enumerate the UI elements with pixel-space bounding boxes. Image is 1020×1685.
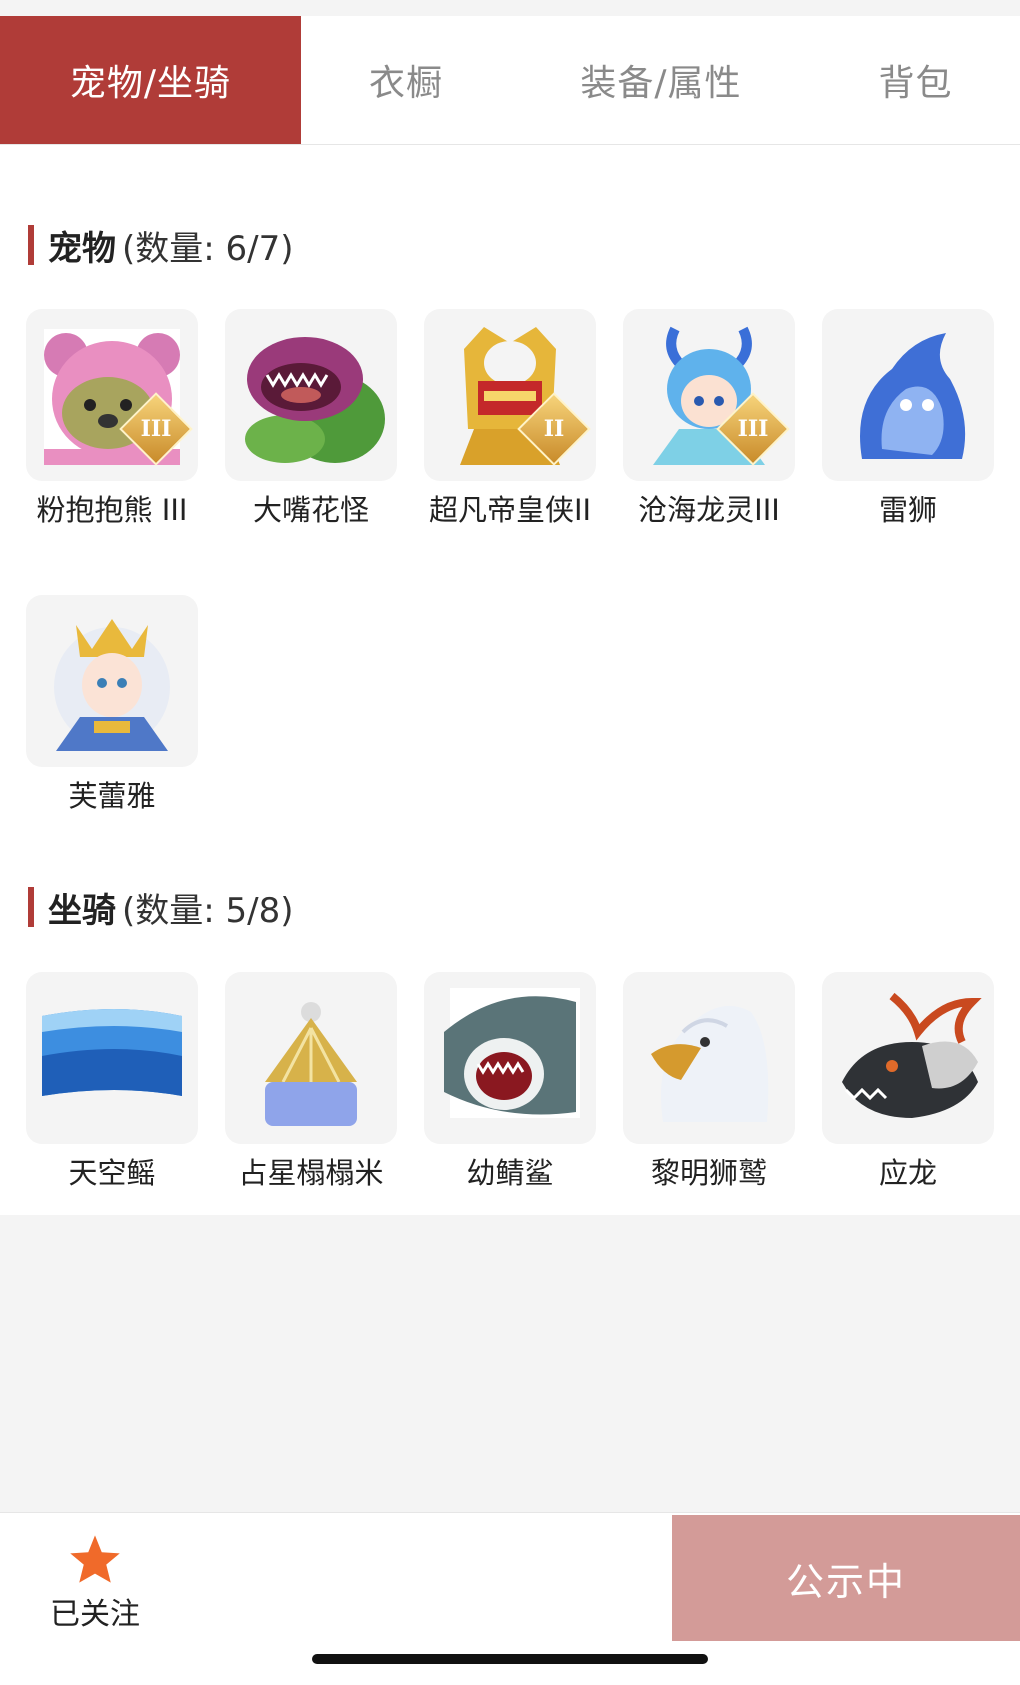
pets-section-title: 宠物 (数量: 6/7) xyxy=(28,223,294,269)
pet-thumbnail: III xyxy=(623,309,795,481)
main-content: 宠物 (数量: 6/7) III 粉抱抱熊 III 大嘴花怪 II 超凡帝皇侠I… xyxy=(0,145,1020,1215)
tab-bar: 宠物/坐骑 衣橱 装备/属性 背包 xyxy=(0,16,1020,145)
pets-title: 宠物 xyxy=(48,228,116,269)
status-area xyxy=(0,0,1020,16)
pet-name: 大嘴花怪 xyxy=(252,493,369,527)
mount-name: 黎明狮鹫 xyxy=(650,1156,767,1190)
mount-thumbnail xyxy=(822,972,994,1144)
pet-item[interactable]: 大嘴花怪 xyxy=(225,309,397,531)
mount-thumbnail xyxy=(26,972,198,1144)
pets-count: (数量: 6/7) xyxy=(122,228,294,269)
dawn-griffin-icon xyxy=(651,1005,769,1122)
emperor-hero-icon xyxy=(460,327,560,465)
mounts-count: (数量: 5/8) xyxy=(122,890,294,931)
tab-wardrobe[interactable]: 衣橱 xyxy=(301,16,511,144)
mount-item[interactable]: 幼鲭鲨 xyxy=(424,972,596,1194)
follow-label: 已关注 xyxy=(50,1597,140,1632)
mount-name: 天空鳐 xyxy=(68,1156,156,1190)
mounts-section-title: 坐骑 (数量: 5/8) xyxy=(28,885,294,931)
freya-icon xyxy=(54,619,170,751)
mount-item[interactable]: 黎明狮鹫 xyxy=(623,972,795,1194)
home-indicator xyxy=(312,1654,708,1664)
mount-name: 占星榻榻米 xyxy=(238,1156,384,1190)
tab-backpack[interactable]: 背包 xyxy=(811,16,1020,144)
tab-equipment-attributes[interactable]: 装备/属性 xyxy=(511,16,811,144)
tab-pets-mounts[interactable]: 宠物/坐骑 xyxy=(0,16,301,144)
section-accent-bar xyxy=(28,887,34,927)
dragon-spirit-icon xyxy=(653,326,765,465)
mount-thumbnail xyxy=(424,972,596,1144)
public-status-button[interactable]: 公示中 xyxy=(672,1515,1020,1641)
pet-item[interactable]: III 粉抱抱熊 III xyxy=(26,309,198,531)
mount-thumbnail xyxy=(623,972,795,1144)
pet-name: 沧海龙灵III xyxy=(638,493,780,527)
thunder-lion-icon xyxy=(860,333,966,459)
pet-name: 超凡帝皇侠II xyxy=(428,493,592,527)
ying-dragon-icon xyxy=(842,992,982,1118)
follow-button[interactable]: 已关注 xyxy=(40,1533,150,1633)
section-accent-bar xyxy=(28,225,34,265)
pet-name: 芙蕾雅 xyxy=(68,779,156,813)
pink-bear-icon xyxy=(44,329,180,465)
mount-item[interactable]: 天空鳐 xyxy=(26,972,198,1194)
mount-item[interactable]: 应龙 xyxy=(822,972,994,1194)
pet-thumbnail xyxy=(225,309,397,481)
young-mackerel-shark-icon xyxy=(444,988,580,1118)
pet-thumbnail xyxy=(822,309,994,481)
astrology-tatami-icon xyxy=(265,1002,357,1126)
sky-ray-icon xyxy=(42,1009,182,1096)
mount-item[interactable]: 占星榻榻米 xyxy=(225,972,397,1194)
pet-thumbnail: II xyxy=(424,309,596,481)
pet-thumbnail: III xyxy=(26,309,198,481)
mount-name: 应龙 xyxy=(878,1156,937,1190)
pet-item[interactable]: III 沧海龙灵III xyxy=(623,309,795,531)
pet-item[interactable]: 雷狮 xyxy=(822,309,994,531)
pet-item[interactable]: II 超凡帝皇侠II xyxy=(424,309,596,531)
big-mouth-flower-icon xyxy=(245,337,385,463)
pet-thumbnail xyxy=(26,595,198,767)
pet-name: 粉抱抱熊 III xyxy=(36,493,188,527)
mount-name: 幼鲭鲨 xyxy=(466,1156,554,1190)
mount-thumbnail xyxy=(225,972,397,1144)
mounts-title: 坐骑 xyxy=(48,890,116,931)
star-icon xyxy=(70,1535,120,1583)
pet-name: 雷狮 xyxy=(878,493,937,527)
pet-item[interactable]: 芙蕾雅 xyxy=(26,595,198,817)
